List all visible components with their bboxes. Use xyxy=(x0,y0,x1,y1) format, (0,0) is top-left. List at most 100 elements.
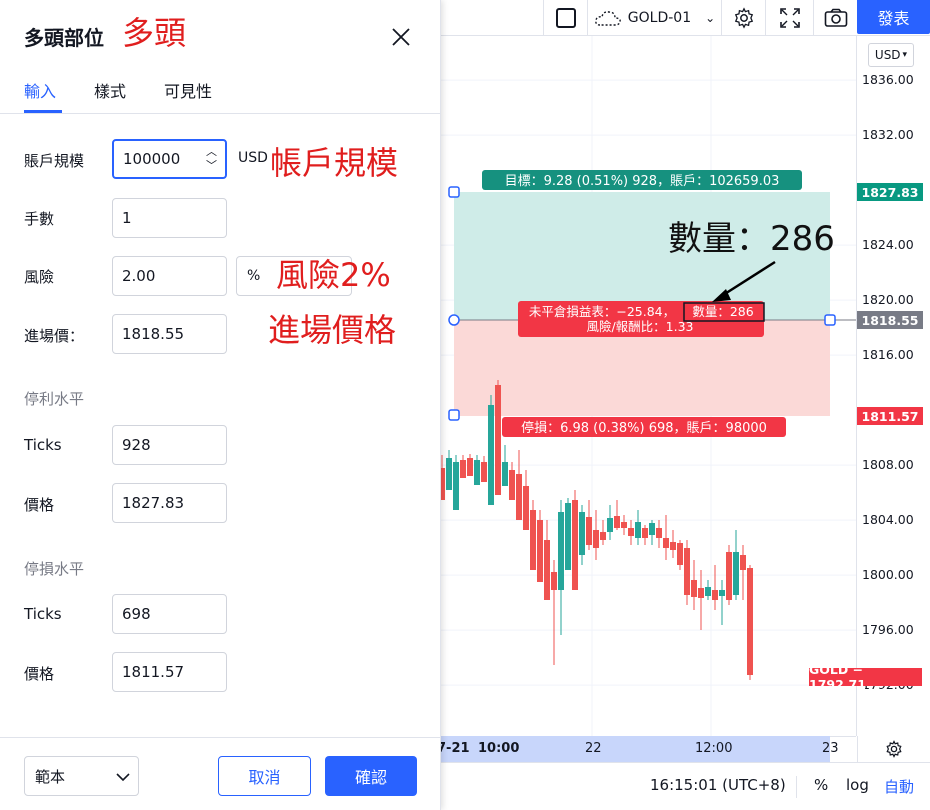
price-axis-label: 1796.00 xyxy=(862,622,914,638)
snapshot-button[interactable] xyxy=(813,0,857,36)
candle-body xyxy=(467,458,473,476)
tab-inputs[interactable]: 輸入 xyxy=(24,78,56,102)
currency-value: USD xyxy=(874,48,901,62)
stop-handle xyxy=(448,409,460,421)
clock[interactable]: 16:15:01 (UTC+8) xyxy=(650,776,786,794)
ok-button[interactable]: 確認 xyxy=(325,756,417,796)
candle-body xyxy=(446,458,452,490)
price-axis-label: 1808.00 xyxy=(862,457,914,473)
candle-body xyxy=(607,518,613,532)
settings-button[interactable] xyxy=(721,0,765,36)
tabs-divider xyxy=(0,113,441,114)
candle-body xyxy=(621,522,627,528)
entry-value: 1818.55 xyxy=(122,325,185,343)
account-size-value: 100000 xyxy=(123,150,181,168)
candle-body xyxy=(509,470,515,500)
take-profit-section: 停利水平 xyxy=(24,390,85,408)
candle-body xyxy=(649,523,655,535)
candle-body xyxy=(719,590,725,596)
candle-body xyxy=(530,510,536,570)
chevron-down-icon: ▾ xyxy=(902,50,908,60)
chevron-down-icon: ⌄ xyxy=(705,11,716,25)
candle-body xyxy=(635,522,641,538)
candle-body xyxy=(460,460,466,478)
log-toggle[interactable]: log xyxy=(846,776,869,794)
stepper-icon[interactable]: ︿ ﹀ xyxy=(206,145,217,173)
lots-value: 1 xyxy=(122,209,132,227)
divider xyxy=(796,776,797,798)
candle-body xyxy=(614,516,620,528)
account-size-label: 賬戶規模 xyxy=(24,152,85,170)
sl-price-input[interactable]: 1811.57 xyxy=(112,652,227,692)
footer-divider xyxy=(0,737,441,738)
price-axis-label: 1816.00 xyxy=(862,347,914,363)
time-label: 22 xyxy=(585,741,602,756)
risk-value: 2.00 xyxy=(122,267,156,285)
time-label: 12:00 xyxy=(695,741,733,756)
price-axis-label: 1800.00 xyxy=(862,567,914,583)
candle-body xyxy=(642,528,648,538)
candle-body xyxy=(502,462,508,486)
currency-select[interactable]: USD ▾ xyxy=(868,43,914,67)
candle-body xyxy=(495,385,501,495)
price-axis-label: 1836.00 xyxy=(862,72,914,88)
target-handle xyxy=(448,186,460,198)
candle-body xyxy=(516,474,522,520)
account-size-input[interactable]: 100000 ︿ ﹀ xyxy=(112,139,227,179)
gear-icon xyxy=(886,740,902,758)
cancel-button[interactable]: 取消 xyxy=(218,756,311,796)
axis-settings-button[interactable] xyxy=(857,736,930,762)
account-annotation: 帳戶規模 xyxy=(270,144,399,182)
candle-body xyxy=(663,538,669,548)
post-button[interactable]: 發表 xyxy=(857,0,930,34)
tp-price-label: 價格 xyxy=(24,496,55,514)
candle-body xyxy=(572,500,578,590)
candle-body xyxy=(726,552,732,600)
rect-tool-button[interactable] xyxy=(543,0,587,36)
template-dropdown[interactable]: 範本 xyxy=(24,756,139,796)
candle-body xyxy=(691,580,697,597)
target-price-tag: 1827.83 xyxy=(857,183,923,201)
candle-body xyxy=(474,460,480,485)
tab-style[interactable]: 樣式 xyxy=(94,78,126,102)
gear-icon xyxy=(734,7,753,29)
template-label: 範本 xyxy=(35,767,66,786)
close-button[interactable] xyxy=(388,24,414,50)
entry-input[interactable]: 1818.55 xyxy=(112,314,227,354)
account-currency: USD xyxy=(238,150,268,166)
candle-body xyxy=(453,462,459,510)
risk-unit: % xyxy=(247,268,261,284)
candle-body xyxy=(544,540,550,600)
price-axis-label: 1804.00 xyxy=(862,512,914,528)
fullscreen-button[interactable] xyxy=(765,0,813,36)
risk-input[interactable]: 2.00 xyxy=(112,256,227,296)
rr-label: 風險/報酬比：1.33 xyxy=(586,319,693,334)
tab-visibility[interactable]: 可見性 xyxy=(164,78,212,102)
candle-body xyxy=(733,552,739,595)
price-axis-label: 1832.00 xyxy=(862,127,914,143)
title-annotation: 多頭 xyxy=(122,14,187,52)
target-label: 目標：9.28 (0.51%) 928，賬戶：102659.03 xyxy=(505,174,780,189)
tp-ticks-label: Ticks xyxy=(24,436,62,454)
fullscreen-icon xyxy=(779,8,800,28)
price-axis-label: 1820.00 xyxy=(862,292,914,308)
stop-label: 停損：6.98 (0.38%) 698，賬戶：98000 xyxy=(521,420,767,436)
candle-body xyxy=(684,548,690,595)
risk-label: 風險 xyxy=(24,268,55,286)
candle-body xyxy=(488,405,494,505)
tp-price-input[interactable]: 1827.83 xyxy=(112,483,227,523)
sl-price-label: 價格 xyxy=(24,665,55,683)
chevron-down-icon xyxy=(116,773,130,782)
symbol-name: GOLD-01 xyxy=(627,10,692,26)
sl-ticks-input[interactable]: 698 xyxy=(112,594,227,634)
last-price-tag: GOLD − 1792.71 xyxy=(809,662,922,692)
lots-input[interactable]: 1 xyxy=(112,198,227,238)
symbol-selector[interactable]: GOLD-01 ⌄ xyxy=(587,0,721,36)
close-icon xyxy=(392,28,410,46)
percent-toggle[interactable]: % xyxy=(814,776,828,794)
candle-body xyxy=(586,517,592,545)
candle-body xyxy=(698,588,704,598)
tp-ticks-input[interactable]: 928 xyxy=(112,425,227,465)
time-label: 10:00 xyxy=(478,741,520,756)
auto-toggle[interactable]: 自動 xyxy=(884,776,914,797)
